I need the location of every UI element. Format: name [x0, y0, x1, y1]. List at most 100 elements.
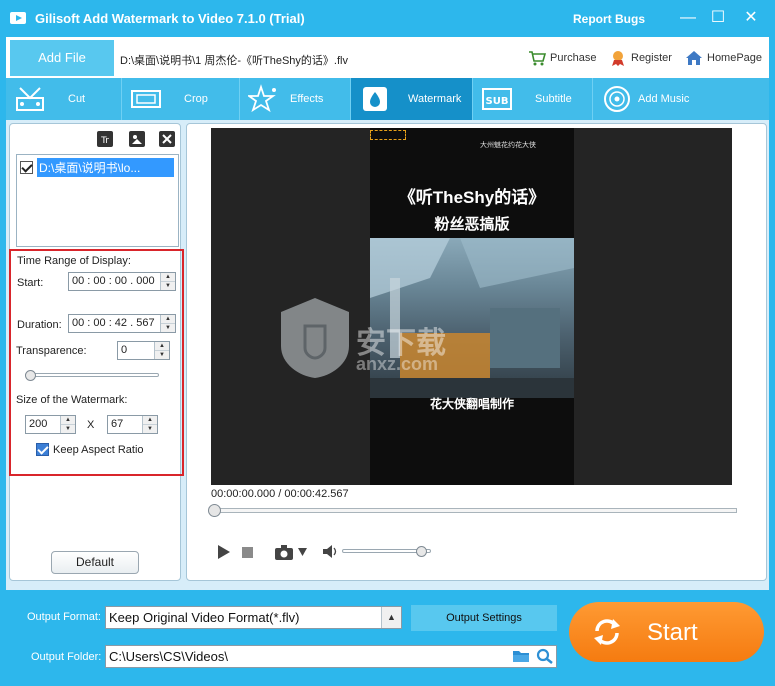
width-value: 200	[29, 418, 48, 430]
svg-text:Tr: Tr	[100, 136, 109, 146]
watermark-icon	[363, 87, 387, 111]
window-title: Gilisoft Add Watermark to Video 7.1.0 (T…	[35, 11, 305, 26]
transparence-slider[interactable]	[25, 373, 159, 377]
transparence-spinner[interactable]: ▲ ▼	[154, 342, 169, 359]
transparence-label: Transparence:	[16, 345, 87, 357]
home-icon	[686, 51, 702, 65]
output-folder-label: Output Folder:	[31, 651, 102, 663]
image-watermark-icon	[130, 132, 144, 146]
watermark-position-marker[interactable]	[370, 130, 406, 140]
text-watermark-icon: Tr	[98, 132, 112, 146]
play-icon[interactable]	[217, 545, 231, 559]
search-icon[interactable]	[536, 648, 554, 664]
subtitle-icon: SUB	[482, 88, 512, 110]
close-button[interactable]: ✕	[742, 9, 760, 27]
video-frame: 大州魅花约花大侠 《听TheShy的话》 粉丝恶搞版 花大侠翻唱制作	[370, 128, 574, 485]
duration-spinner[interactable]: ▲ ▼	[160, 315, 175, 332]
snapshot-camera-icon[interactable]	[275, 545, 295, 560]
register-icon	[612, 51, 624, 66]
volume-icon[interactable]	[323, 545, 337, 558]
add-file-button[interactable]: Add File	[10, 40, 114, 76]
output-settings-button[interactable]: Output Settings	[411, 605, 557, 631]
tab-effects[interactable]: Effects	[240, 78, 351, 120]
purchase-link[interactable]: Purchase	[528, 49, 596, 67]
height-value: 67	[111, 418, 124, 430]
transparence-slider-thumb[interactable]	[25, 370, 36, 381]
duration-input[interactable]: 00 : 00 : 42 . 567 ▲ ▼	[68, 314, 176, 333]
tab-add-music-label: Add Music	[638, 93, 690, 105]
default-button[interactable]: Default	[51, 551, 139, 574]
homepage-link[interactable]: HomePage	[685, 49, 762, 67]
seek-bar-thumb[interactable]	[208, 504, 221, 517]
site-watermark-shield-icon	[281, 298, 349, 378]
start-button[interactable]: Start	[569, 602, 764, 662]
title-bar: Gilisoft Add Watermark to Video 7.1.0 (T…	[0, 0, 775, 37]
chevron-up-icon[interactable]: ▲	[381, 607, 401, 628]
video-corner-text: 大州魅花约花大侠	[480, 142, 536, 149]
tab-crop-label: Crop	[184, 93, 208, 105]
add-text-watermark-button[interactable]: Tr	[97, 131, 113, 147]
keep-aspect-ratio-checkbox[interactable]: Keep Aspect Ratio	[36, 443, 144, 456]
size-label: Size of the Watermark:	[16, 394, 128, 406]
tab-crop[interactable]: Crop	[122, 78, 240, 120]
site-watermark-subtext: anxz.com	[356, 354, 439, 374]
tab-subtitle[interactable]: SUB Subtitle	[473, 78, 593, 120]
time-display: 00:00:00.000 / 00:00:42.567	[211, 488, 349, 500]
start-time-spinner[interactable]: ▲ ▼	[160, 273, 175, 290]
tab-watermark[interactable]: Watermark	[351, 78, 473, 120]
register-link[interactable]: Register	[609, 49, 672, 67]
video-title-line1: 《听TheShy的话》	[398, 188, 546, 207]
transparence-input[interactable]: 0 ▲ ▼	[117, 341, 170, 360]
delete-icon	[160, 132, 174, 146]
app-logo-icon	[10, 12, 26, 24]
start-time-input[interactable]: 00 : 00 : 00 . 000 ▲ ▼	[68, 272, 176, 291]
music-icon	[604, 86, 630, 112]
watermark-item-checkbox[interactable]	[20, 160, 33, 174]
tab-cut-label: Cut	[68, 93, 86, 105]
delete-watermark-button[interactable]	[159, 131, 175, 147]
duration-label: Duration:	[17, 319, 62, 331]
output-folder-input[interactable]: C:\Users\CS\Videos\	[105, 645, 557, 668]
current-file-path: D:\桌面\说明书\1 周杰伦-《听TheShy的话》.flv	[120, 55, 348, 67]
cut-icon	[16, 87, 44, 111]
feature-tab-bar: Cut Crop Effects Watermark SUB Subtitle	[6, 78, 769, 120]
video-caption: 花大侠翻唱制作	[429, 397, 514, 411]
folder-icon[interactable]	[512, 648, 530, 664]
output-format-select[interactable]: Keep Original Video Format(*.flv) ▲	[105, 606, 402, 629]
chevron-down-icon[interactable]	[298, 548, 307, 556]
homepage-label: HomePage	[707, 52, 763, 64]
minimize-button[interactable]: —	[679, 9, 697, 27]
duration-value: 00 : 00 : 42 . 567	[72, 317, 155, 329]
start-time-value: 00 : 00 : 00 . 000	[72, 275, 155, 287]
cart-icon	[529, 51, 546, 66]
keep-aspect-ratio-check[interactable]	[36, 443, 49, 456]
output-format-value: Keep Original Video Format(*.flv)	[109, 610, 300, 625]
register-label: Register	[631, 52, 672, 64]
width-input[interactable]: 200 ▲ ▼	[25, 415, 76, 434]
time-range-label: Time Range of Display:	[17, 255, 131, 267]
height-input[interactable]: 67 ▲ ▼	[107, 415, 158, 434]
watermark-list: D:\桌面\说明书\lo...	[16, 154, 179, 247]
tab-subtitle-label: Subtitle	[535, 93, 572, 105]
keep-aspect-ratio-label: Keep Aspect Ratio	[53, 443, 144, 456]
width-spinner[interactable]: ▲ ▼	[60, 416, 75, 433]
list-item[interactable]: D:\桌面\说明书\lo...	[20, 157, 176, 177]
crop-icon	[131, 90, 161, 108]
add-image-watermark-button[interactable]	[129, 131, 145, 147]
effects-icon	[248, 84, 276, 113]
seek-bar[interactable]	[213, 508, 737, 513]
watermark-item-label: D:\桌面\说明书\lo...	[37, 157, 174, 177]
tab-add-music[interactable]: Add Music	[593, 78, 703, 120]
height-spinner[interactable]: ▲ ▼	[142, 416, 157, 433]
start-label: Start:	[17, 277, 44, 289]
tab-effects-label: Effects	[290, 93, 324, 105]
tab-cut[interactable]: Cut	[6, 78, 122, 120]
svg-text:SUB: SUB	[486, 96, 509, 107]
maximize-button[interactable]: ☐	[709, 9, 727, 27]
convert-refresh-icon	[594, 619, 620, 645]
start-label: Start	[647, 619, 698, 646]
tab-watermark-label: Watermark	[408, 93, 462, 105]
stop-icon[interactable]	[242, 547, 253, 558]
output-format-label: Output Format:	[27, 611, 101, 623]
report-bugs-link[interactable]: Report Bugs	[573, 12, 645, 26]
